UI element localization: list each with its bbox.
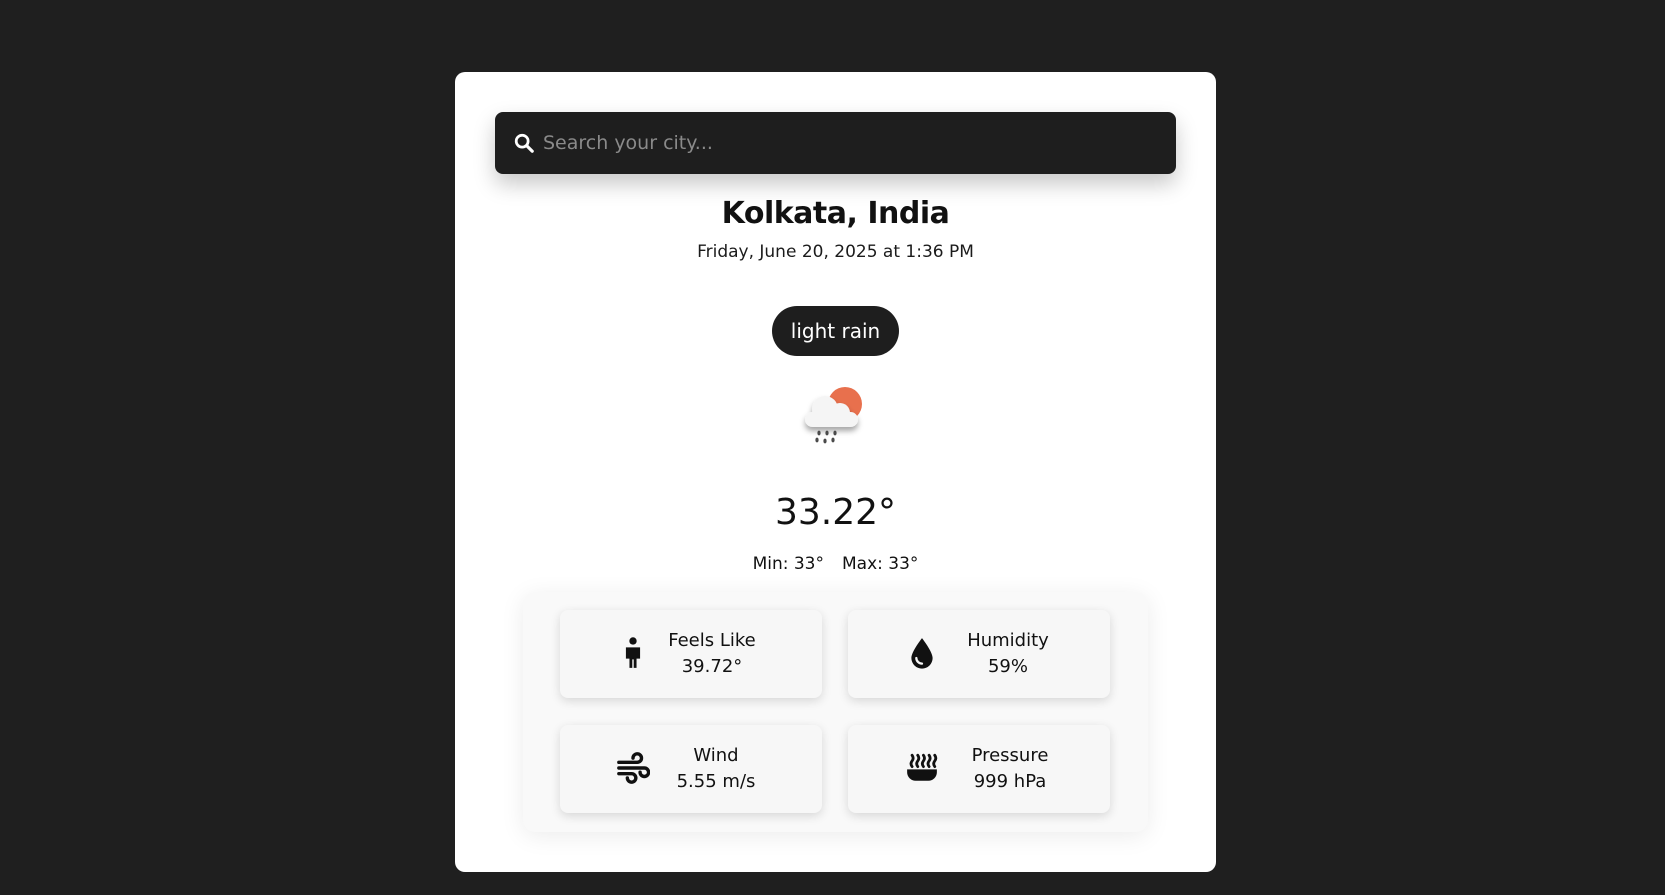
city-name: Kolkata, India <box>721 196 950 231</box>
condition-badge: light rain <box>772 306 899 356</box>
pressure-tile: Pressure 999 hPa <box>848 725 1110 813</box>
search-icon[interactable] <box>513 132 535 154</box>
search-input[interactable] <box>543 112 1153 174</box>
droplet-icon <box>911 638 933 669</box>
date-time: Friday, June 20, 2025 at 1:36 PM <box>697 242 974 262</box>
cloud-sun-rain-icon <box>805 387 862 444</box>
weather-card: Kolkata, India Friday, June 20, 2025 at … <box>455 72 1216 872</box>
pressure-icon <box>907 753 938 781</box>
min-max: Min: 33° Max: 33° <box>455 554 1216 574</box>
max-temp: Max: 33° <box>842 554 919 574</box>
humidity-value: 59% <box>987 656 1028 677</box>
pressure-label: Pressure <box>971 745 1049 766</box>
humidity-tile: Humidity 59% <box>848 610 1110 698</box>
temperature: 33.22° <box>774 492 897 533</box>
humidity-label: Humidity <box>967 630 1049 651</box>
wind-value: 5.55 m/s <box>676 771 756 792</box>
min-temp: Min: 33° <box>752 554 824 574</box>
search-bar[interactable] <box>495 112 1176 174</box>
wind-icon <box>617 752 650 784</box>
wind-tile: Wind 5.55 m/s <box>560 725 822 813</box>
pressure-value: 999 hPa <box>973 771 1047 792</box>
person-icon <box>625 637 641 668</box>
wind-label: Wind <box>693 745 739 766</box>
feels-like-label: Feels Like <box>668 630 756 651</box>
details-panel: Feels Like 39.72° Humidity 59% Wind 5.55… <box>523 592 1148 832</box>
feels-like-value: 39.72° <box>681 656 743 677</box>
feels-like-tile: Feels Like 39.72° <box>560 610 822 698</box>
